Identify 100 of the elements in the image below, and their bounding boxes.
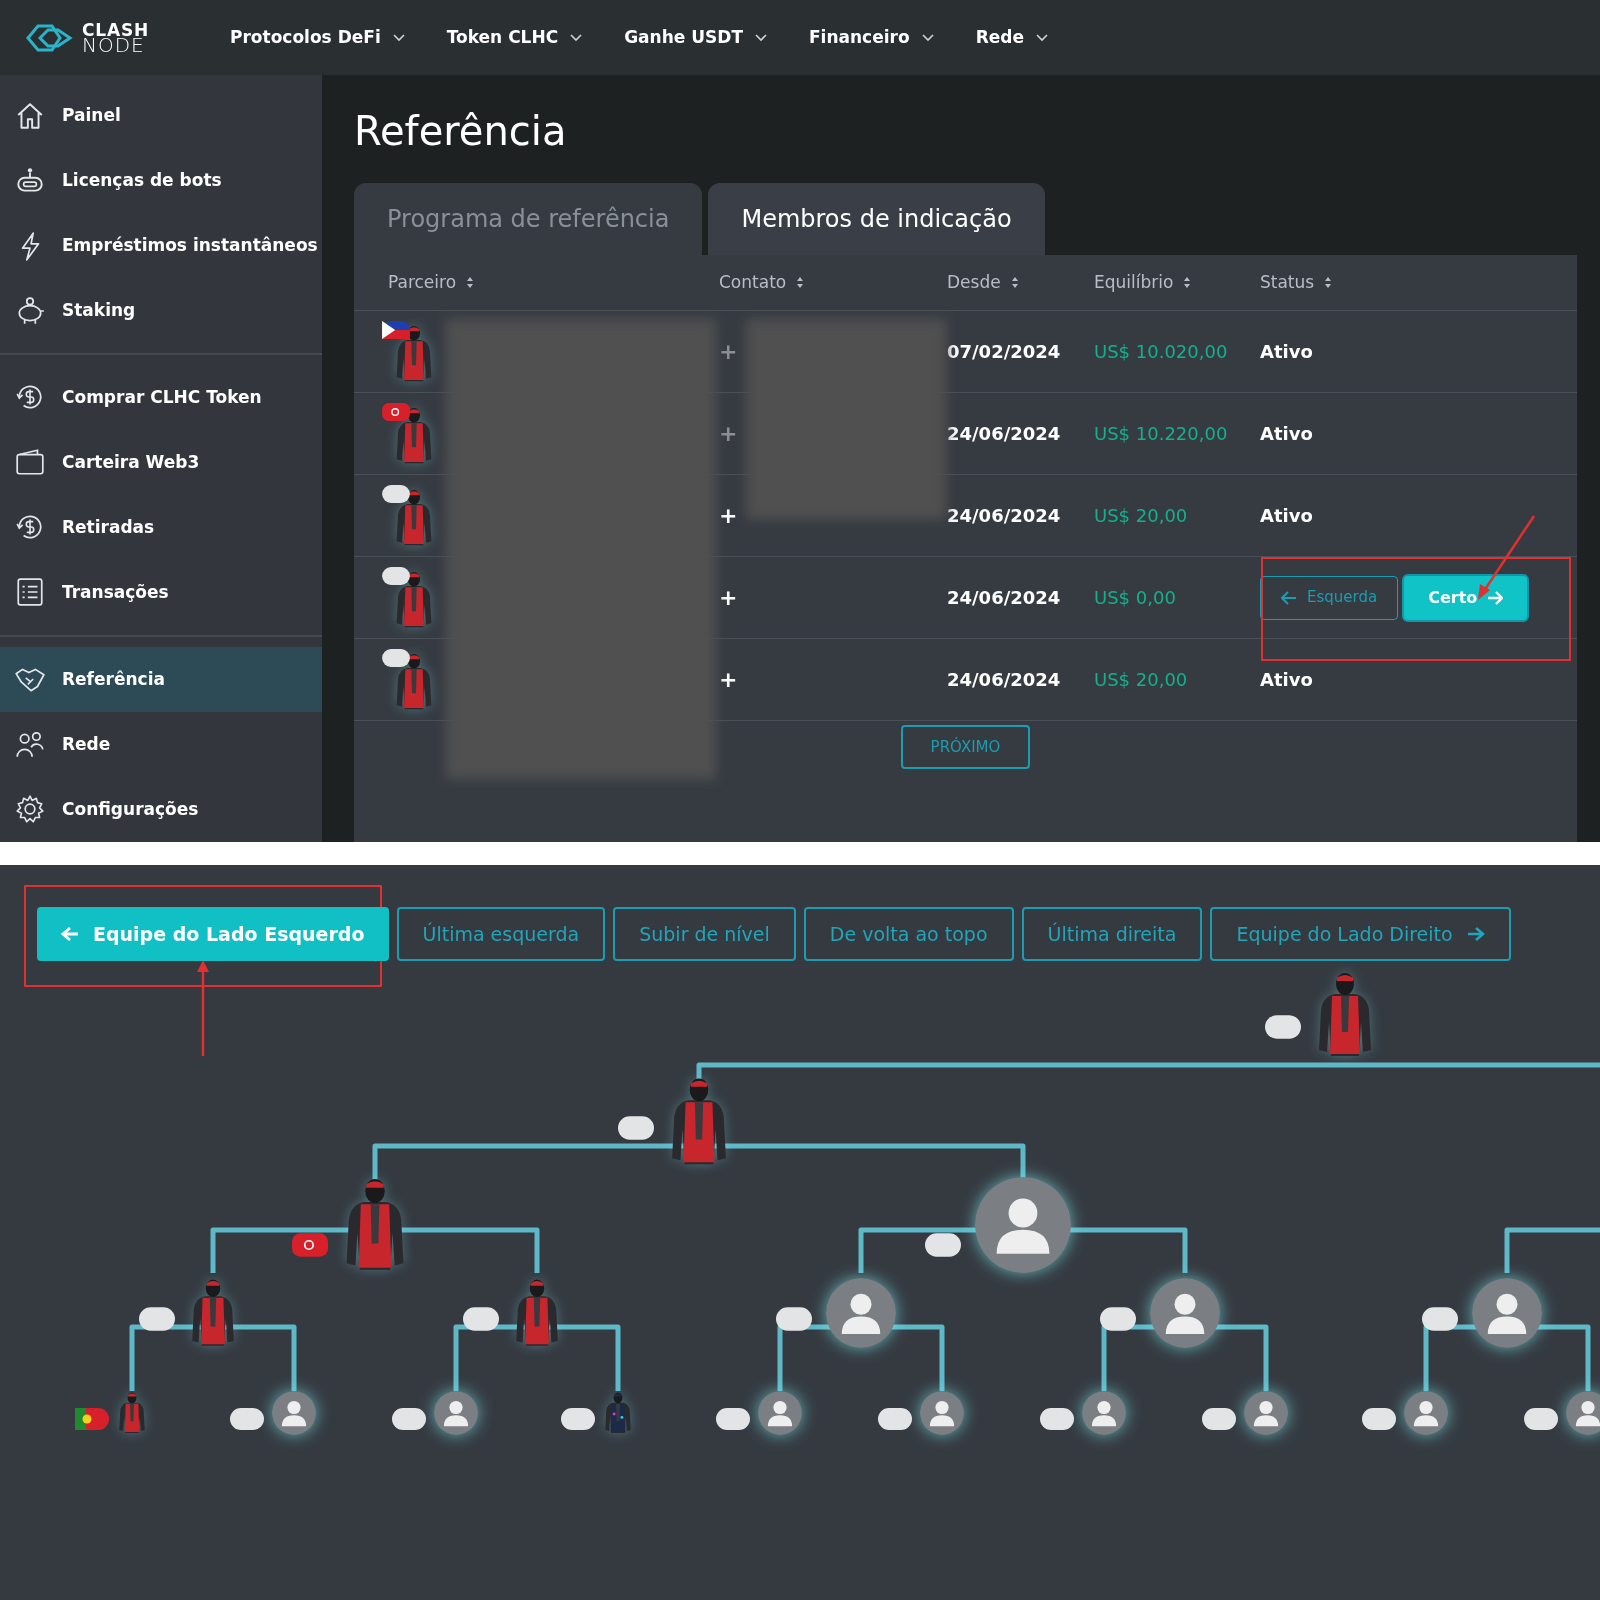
blank-flag-icon xyxy=(382,567,410,585)
sort-icon[interactable] xyxy=(796,276,805,289)
team-button[interactable]: Equipe do Lado Direito xyxy=(1210,907,1511,961)
date-text: 24/06/2024 xyxy=(947,587,1061,608)
person-figure xyxy=(513,1278,561,1348)
blank-flag-icon xyxy=(776,1307,812,1331)
sort-icon[interactable] xyxy=(1324,276,1333,289)
blank-flag-icon xyxy=(382,485,410,503)
status-text: Ativo xyxy=(1260,340,1313,364)
sidebar-item[interactable]: Configurações xyxy=(0,776,322,842)
sidebar-item[interactable]: Comprar CLHC Token xyxy=(0,364,322,430)
person-figure xyxy=(603,1392,633,1434)
blank-flag-icon xyxy=(382,649,410,667)
empty-user-icon xyxy=(1404,1391,1448,1435)
left-arrow-icon xyxy=(1281,590,1297,605)
contact-text: + xyxy=(719,339,738,364)
column-header[interactable]: Status xyxy=(1260,269,1315,296)
right-arrow-icon xyxy=(1466,926,1485,942)
status-text: Ativo xyxy=(1260,422,1313,446)
blank-flag-icon xyxy=(230,1408,264,1430)
blank-flag-icon xyxy=(463,1307,499,1331)
column-header[interactable]: Equilíbrio xyxy=(1094,269,1174,296)
flag-icon xyxy=(292,1233,328,1257)
tab[interactable]: Membros de indicação xyxy=(708,183,1045,255)
balance-text: US$ 20,00 xyxy=(1094,669,1188,690)
team-button[interactable]: Última esquerda xyxy=(396,907,606,961)
sidebar-item[interactable]: Painel xyxy=(0,83,322,148)
team-button[interactable]: Última direita xyxy=(1021,907,1203,961)
date-text: 24/06/2024 xyxy=(947,669,1061,690)
sidebar-item[interactable]: Empréstimos instantâneos xyxy=(0,213,322,278)
tab[interactable]: Programa de referência xyxy=(354,183,703,255)
blank-flag-icon xyxy=(139,1307,175,1331)
blank-flag-icon xyxy=(1362,1408,1396,1430)
flag-icon xyxy=(382,321,410,339)
flag-icon xyxy=(75,1408,109,1430)
empty-user-icon xyxy=(1244,1391,1288,1435)
team-button[interactable]: Subir de nível xyxy=(613,907,796,961)
column-header[interactable]: Parceiro xyxy=(388,269,457,296)
sidebar-item[interactable]: Transações xyxy=(0,559,322,625)
empty-user-icon xyxy=(826,1278,896,1348)
empty-user-icon xyxy=(758,1391,802,1435)
sort-icon[interactable] xyxy=(466,276,475,289)
empty-user-icon xyxy=(1150,1278,1220,1348)
status-text: Ativo xyxy=(1260,504,1313,528)
blank-flag-icon xyxy=(925,1233,961,1257)
empty-user-icon xyxy=(434,1391,478,1435)
blank-flag-icon xyxy=(1100,1307,1136,1331)
contact-text: + xyxy=(719,503,738,528)
right-arrow-icon xyxy=(1487,590,1504,605)
blank-flag-icon xyxy=(1040,1408,1074,1430)
balance-text: US$ 10.020,00 xyxy=(1094,341,1228,362)
sidebar-item[interactable]: Staking xyxy=(0,278,322,343)
balance-text: US$ 20,00 xyxy=(1094,505,1188,526)
balance-text: US$ 10.220,00 xyxy=(1094,423,1228,444)
list-icon xyxy=(14,576,46,609)
flag-icon xyxy=(382,403,410,421)
nav-menu[interactable]: Rede xyxy=(975,24,1050,51)
balance-text: US$ 0,00 xyxy=(1094,587,1176,608)
team-button[interactable]: De volta ao topo xyxy=(803,907,1014,961)
blank-flag-icon xyxy=(561,1408,595,1430)
empty-user-icon xyxy=(1566,1391,1600,1435)
status-text: Ativo xyxy=(1260,668,1313,692)
empty-user-icon xyxy=(1472,1278,1542,1348)
settings-icon xyxy=(14,793,46,826)
blank-flag-icon xyxy=(878,1408,912,1430)
blank-flag-icon xyxy=(1422,1307,1458,1331)
sidebar-item[interactable]: Referência xyxy=(0,646,322,712)
sidebar-item[interactable]: Retiradas xyxy=(0,494,322,560)
nav-menu[interactable]: Token CLHC xyxy=(446,24,585,51)
date-text: 24/06/2024 xyxy=(947,423,1061,444)
sort-icon[interactable] xyxy=(1183,276,1192,289)
contact-text: + xyxy=(719,421,738,446)
empty-user-icon xyxy=(920,1391,964,1435)
nav-menu[interactable]: Ganhe USDT xyxy=(624,24,769,51)
blank-flag-icon xyxy=(1202,1408,1236,1430)
sidebar-item[interactable]: Licenças de bots xyxy=(0,148,322,213)
column-header[interactable]: Desde xyxy=(947,269,1001,296)
empty-user-icon xyxy=(975,1177,1071,1273)
nav-menu[interactable]: Financeiro xyxy=(809,24,936,51)
sort-icon[interactable] xyxy=(1010,276,1019,289)
left-arrow-icon xyxy=(61,926,79,942)
blank-flag-icon xyxy=(1524,1408,1558,1430)
date-text: 24/06/2024 xyxy=(947,505,1061,526)
blank-flag-icon xyxy=(618,1116,654,1140)
contact-text: + xyxy=(719,585,738,610)
page-title: Referência xyxy=(354,111,568,151)
contact-text: + xyxy=(719,667,738,692)
empty-user-icon xyxy=(272,1391,316,1435)
sidebar-item[interactable]: Carteira Web3 xyxy=(0,429,322,495)
sidebar-item[interactable]: Rede xyxy=(0,711,322,777)
column-header[interactable]: Contato xyxy=(719,269,787,296)
person-figure xyxy=(117,1392,147,1434)
nav-menu[interactable]: Protocolos DeFi xyxy=(230,24,407,51)
logo-text: CLASH NODE xyxy=(82,22,150,53)
blank-flag-icon xyxy=(392,1408,426,1430)
blank-flag-icon xyxy=(1265,1015,1301,1039)
empty-user-icon xyxy=(1082,1391,1126,1435)
date-text: 07/02/2024 xyxy=(947,341,1061,362)
blank-flag-icon xyxy=(716,1408,750,1430)
person-figure xyxy=(189,1278,237,1348)
